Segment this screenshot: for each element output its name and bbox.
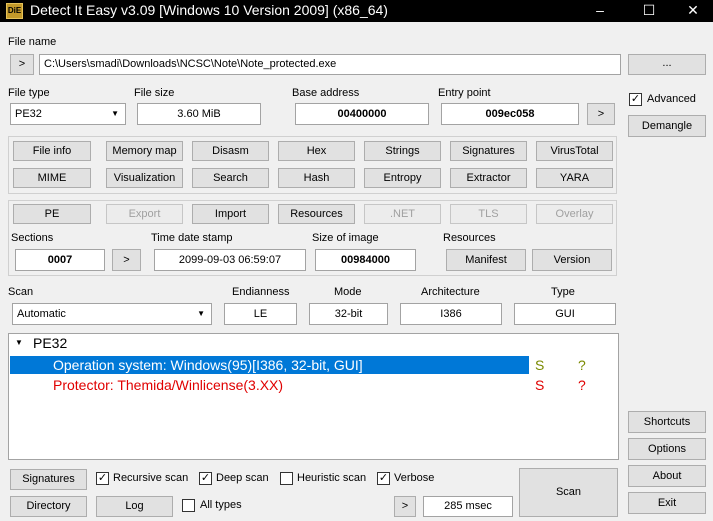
scan-mode-value: Automatic xyxy=(17,308,66,320)
title-bar: DiE Detect It Easy v3.09 [Windows 10 Ver… xyxy=(0,0,713,22)
mode-label: Mode xyxy=(334,286,362,298)
minimize-button[interactable]: – xyxy=(577,0,623,22)
pe-button[interactable]: PE xyxy=(13,204,91,224)
architecture-value: I386 xyxy=(400,303,502,325)
expand-arrow-icon[interactable]: ▼ xyxy=(15,338,23,347)
results-tree[interactable]: ▼ PE32 Operation system: Windows(95)[I38… xyxy=(8,333,619,460)
signatures-button[interactable]: Signatures xyxy=(10,469,87,490)
advanced-label: Advanced xyxy=(647,93,696,105)
file-size-value: 3.60 MiB xyxy=(137,103,261,125)
result-s-marker: S xyxy=(535,357,545,373)
deep-scan-checkbox[interactable]: ✓ xyxy=(199,472,212,485)
recursive-scan-checkbox[interactable]: ✓ xyxy=(96,472,109,485)
directory-button[interactable]: Directory xyxy=(10,496,87,517)
type-value: GUI xyxy=(514,303,616,325)
version-button[interactable]: Version xyxy=(532,249,612,271)
browse-button[interactable]: ... xyxy=(628,54,706,75)
shortcuts-button[interactable]: Shortcuts xyxy=(628,411,706,433)
disasm-button[interactable]: Disasm xyxy=(192,141,269,161)
size-of-image-label: Size of image xyxy=(312,232,379,244)
options-button[interactable]: Options xyxy=(628,438,706,460)
file-size-label: File size xyxy=(134,87,175,99)
strings-button[interactable]: Strings xyxy=(364,141,441,161)
resources-label: Resources xyxy=(443,232,496,244)
entry-point-label: Entry point xyxy=(438,87,491,99)
endianness-value: LE xyxy=(224,303,297,325)
all-types-label: All types xyxy=(200,499,242,511)
demangle-button[interactable]: Demangle xyxy=(628,115,706,137)
virustotal-button[interactable]: VirusTotal xyxy=(536,141,613,161)
result-s-marker: S xyxy=(535,377,545,393)
file-info-button[interactable]: File info xyxy=(13,141,91,161)
open-file-button[interactable]: > xyxy=(10,54,34,75)
signatures-tool-button[interactable]: Signatures xyxy=(450,141,527,161)
deep-scan-label: Deep scan xyxy=(216,472,269,484)
window-title: Detect It Easy v3.09 [Windows 10 Version… xyxy=(30,2,388,18)
yara-button[interactable]: YARA xyxy=(536,168,613,188)
export-button[interactable]: Export xyxy=(106,204,183,224)
mime-button[interactable]: MIME xyxy=(13,168,91,188)
scan-time-value: 285 msec xyxy=(423,496,513,517)
resources-button[interactable]: Resources xyxy=(278,204,355,224)
base-address-value: 00400000 xyxy=(295,103,429,125)
memory-map-button[interactable]: Memory map xyxy=(106,141,183,161)
search-button[interactable]: Search xyxy=(192,168,269,188)
timestamp-label: Time date stamp xyxy=(151,232,233,244)
all-types-checkbox[interactable] xyxy=(182,499,195,512)
verbose-checkbox[interactable]: ✓ xyxy=(377,472,390,485)
dotnet-button[interactable]: .NET xyxy=(364,204,441,224)
type-label: Type xyxy=(551,286,575,298)
sections-value: 0007 xyxy=(15,249,105,271)
file-name-label: File name xyxy=(8,36,57,48)
result-info-marker[interactable]: ? xyxy=(578,356,586,374)
sections-button[interactable]: > xyxy=(112,249,141,271)
size-of-image-value: 00984000 xyxy=(315,249,416,271)
chevron-down-icon: ▼ xyxy=(197,309,205,318)
scan-mode-select[interactable]: Automatic ▼ xyxy=(12,303,212,325)
sections-label: Sections xyxy=(11,232,54,244)
endianness-label: Endianness xyxy=(232,286,290,298)
advanced-checkbox[interactable]: ✓ xyxy=(629,93,642,106)
hash-button[interactable]: Hash xyxy=(278,168,355,188)
manifest-button[interactable]: Manifest xyxy=(446,249,526,271)
more-options-button[interactable]: > xyxy=(394,496,416,517)
heuristic-scan-label: Heuristic scan xyxy=(297,472,367,484)
maximize-button[interactable]: ☐ xyxy=(626,0,672,22)
result-row[interactable]: Operation system: Windows(95)[I386, 32-b… xyxy=(10,356,529,374)
entropy-button[interactable]: Entropy xyxy=(364,168,441,188)
log-button[interactable]: Log xyxy=(96,496,173,517)
exit-button[interactable]: Exit xyxy=(628,492,706,514)
app-logo-icon: DiE xyxy=(6,3,23,19)
entry-point-button[interactable]: > xyxy=(587,103,615,125)
close-button[interactable]: ✕ xyxy=(670,0,713,22)
mode-value: 32-bit xyxy=(309,303,388,325)
heuristic-scan-checkbox[interactable] xyxy=(280,472,293,485)
extractor-button[interactable]: Extractor xyxy=(450,168,527,188)
scan-label: Scan xyxy=(8,286,34,298)
file-type-value: PE32 xyxy=(15,108,42,120)
timestamp-value: 2099-09-03 06:59:07 xyxy=(154,249,306,271)
scan-button[interactable]: Scan xyxy=(519,468,618,517)
result-info-marker[interactable]: ? xyxy=(578,376,586,394)
chevron-down-icon: ▼ xyxy=(111,109,119,118)
entry-point-value: 009ec058 xyxy=(441,103,579,125)
overlay-button[interactable]: Overlay xyxy=(536,204,613,224)
verbose-label: Verbose xyxy=(394,472,435,484)
architecture-label: Architecture xyxy=(421,286,480,298)
tree-root[interactable]: PE32 xyxy=(33,335,67,351)
import-button[interactable]: Import xyxy=(192,204,269,224)
about-button[interactable]: About xyxy=(628,465,706,487)
file-type-select[interactable]: PE32 ▼ xyxy=(10,103,126,125)
file-type-label: File type xyxy=(8,87,50,99)
tls-button[interactable]: TLS xyxy=(450,204,527,224)
result-row[interactable]: Protector: Themida/Winlicense(3.XX) xyxy=(10,376,529,394)
file-path-input[interactable]: C:\Users\smadi\Downloads\NCSC\Note\Note_… xyxy=(39,54,621,75)
recursive-scan-label: Recursive scan xyxy=(113,472,189,484)
visualization-button[interactable]: Visualization xyxy=(106,168,183,188)
hex-button[interactable]: Hex xyxy=(278,141,355,161)
base-address-label: Base address xyxy=(292,87,360,99)
